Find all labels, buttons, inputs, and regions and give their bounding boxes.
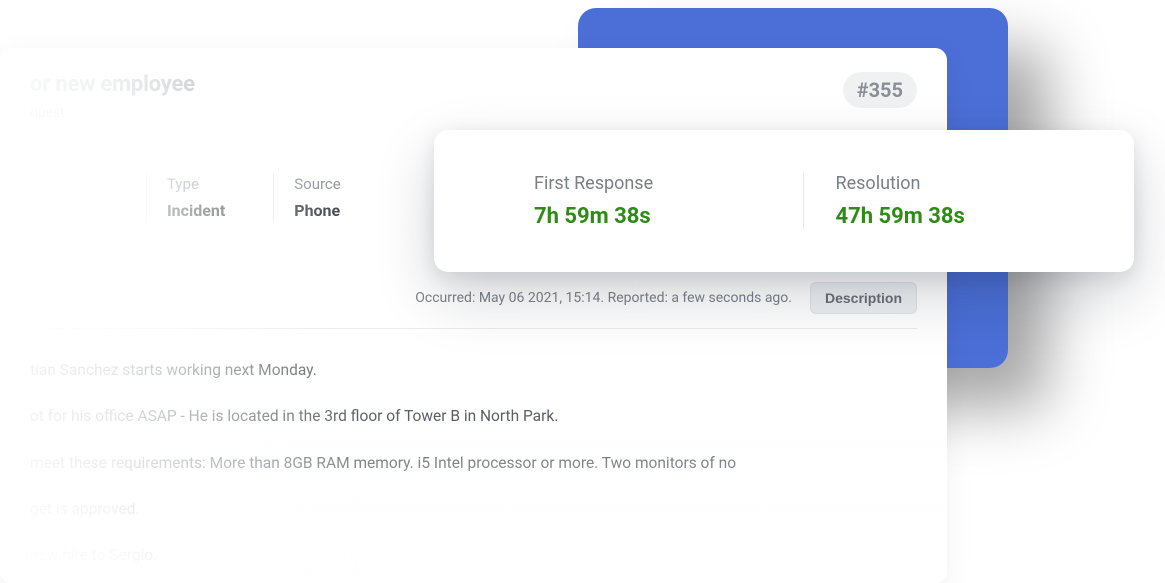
meta-type-label: Type xyxy=(167,175,225,193)
ticket-title: or new employee xyxy=(30,72,195,97)
body-line: meet these requirements: More than 8GB R… xyxy=(30,450,917,476)
meta-source: Source Phone xyxy=(273,173,388,222)
meta-type-value: Incident xyxy=(167,201,225,220)
ticket-id-badge: #355 xyxy=(843,72,917,108)
sla-first-response: First Response 7h 59m 38s xyxy=(534,173,804,229)
ticket-subtitle: quest xyxy=(30,105,195,121)
sla-popover: First Response 7h 59m 38s Resolution 47h… xyxy=(434,130,1134,272)
meta-source-label: Source xyxy=(294,175,340,193)
body-line: get is approved. xyxy=(30,496,917,522)
description-button[interactable]: Description xyxy=(810,282,917,314)
body-line: ot for his office ASAP - He is located i… xyxy=(30,403,917,429)
sla-resolution: Resolution 47h 59m 38s xyxy=(804,173,1065,229)
sla-resolution-value: 47h 59m 38s xyxy=(836,204,1065,229)
timestamp-row: Occurred: May 06 2021, 15:14. Reported: … xyxy=(30,282,917,329)
sla-resolution-label: Resolution xyxy=(836,173,1065,194)
body-line: tian Sanchez starts working next Monday. xyxy=(30,357,917,383)
meta-source-value: Phone xyxy=(294,201,340,220)
sla-first-response-value: 7h 59m 38s xyxy=(534,204,763,229)
meta-type: Type Incident xyxy=(146,173,273,222)
body-line: new hire to Sergio. xyxy=(30,542,917,568)
ticket-header: or new employee quest #355 xyxy=(30,72,917,121)
ticket-description-body: tian Sanchez starts working next Monday.… xyxy=(30,357,917,569)
ticket-card: or new employee quest #355 Type Incident… xyxy=(0,48,947,583)
sla-first-response-label: First Response xyxy=(534,173,763,194)
timestamp-text: Occurred: May 06 2021, 15:14. Reported: … xyxy=(415,290,792,306)
